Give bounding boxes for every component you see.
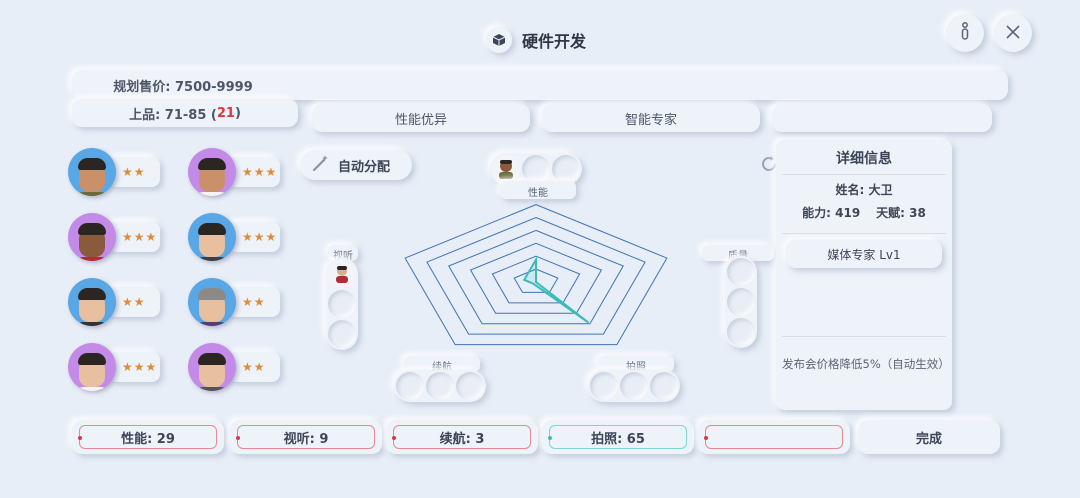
stat-dot — [704, 436, 708, 440]
stat-camera: 拍照: 65 — [542, 420, 694, 454]
info-button[interactable] — [946, 14, 984, 52]
staff-card[interactable]: ★★★ — [68, 343, 160, 391]
close-button[interactable] — [994, 14, 1032, 52]
staff-card[interactable]: ★★★ — [188, 213, 280, 261]
price-bar: 规划售价: 7500-9999 — [72, 70, 1008, 100]
avatar — [188, 213, 236, 261]
close-icon — [1006, 23, 1020, 44]
detail-ability: 能力: 419 — [802, 206, 861, 220]
detail-panel: 详细信息 姓名: 大卫 能力: 419 天赋: 38 媒体专家 Lv1 发布会价… — [776, 140, 952, 410]
empty-slot[interactable] — [396, 372, 424, 400]
empty-slot[interactable] — [522, 155, 550, 183]
empty-slot[interactable] — [650, 372, 678, 400]
tag-smart-expert[interactable]: 智能专家 — [542, 104, 760, 132]
title-bar: 硬件开发 — [486, 26, 586, 54]
slot-group-camera[interactable] — [588, 370, 680, 402]
avatar — [68, 343, 116, 391]
detail-name: 姓名: 大卫 — [835, 183, 893, 197]
quality-value: 21 — [216, 105, 235, 121]
avatar — [188, 148, 236, 196]
stat-label: 视听: 9 — [283, 431, 329, 447]
avatar — [68, 148, 116, 196]
done-label: 完成 — [915, 431, 942, 447]
assigned-staff-slot[interactable] — [492, 155, 520, 183]
stat-dot — [392, 436, 396, 440]
empty-slot[interactable] — [328, 290, 356, 318]
empty-slot[interactable] — [328, 320, 356, 348]
staff-card[interactable]: ★★★ — [188, 148, 280, 196]
auto-assign-button[interactable]: 自动分配 — [300, 150, 412, 180]
staff-card[interactable]: ★★★ — [68, 213, 160, 261]
skill-badge: 媒体专家 Lv1 — [786, 240, 942, 268]
empty-slot[interactable] — [620, 372, 648, 400]
empty-slot[interactable] — [456, 372, 484, 400]
detail-title: 详细信息 — [836, 151, 892, 167]
tag-empty[interactable] — [772, 104, 992, 132]
radar-chart — [404, 204, 668, 346]
quality-prefix: 上品: 71-85 ( — [129, 107, 217, 123]
skill-effect: 发布会价格降低5%（自动生效） — [782, 357, 950, 371]
magic-wand-icon — [312, 154, 330, 176]
detail-talent: 天赋: 38 — [876, 206, 926, 220]
empty-slot[interactable] — [590, 372, 618, 400]
done-button[interactable]: 完成 — [858, 420, 1000, 454]
stat-dot — [78, 436, 82, 440]
stat-quality — [698, 420, 850, 454]
avatar — [188, 343, 236, 391]
info-icon — [958, 21, 972, 46]
tag-label: 性能优异 — [394, 112, 447, 128]
quality-suffix: ) — [234, 105, 241, 121]
divider — [782, 233, 946, 234]
staff-card[interactable]: ★★ — [188, 343, 280, 391]
tag-label: 智能专家 — [624, 112, 677, 128]
divider — [782, 336, 946, 337]
divider — [782, 174, 946, 175]
slot-group-quality[interactable] — [725, 256, 757, 348]
avatar — [68, 278, 116, 326]
stat-performance: 性能: 29 — [72, 420, 224, 454]
box-icon — [486, 27, 512, 53]
stat-dot — [236, 436, 240, 440]
axis-label-performance: 性能 — [500, 181, 576, 199]
stat-label: 续航: 3 — [439, 431, 485, 447]
empty-slot[interactable] — [727, 318, 755, 346]
stat-battery: 续航: 3 — [386, 420, 538, 454]
avatar — [188, 278, 236, 326]
staff-card[interactable]: ★★ — [68, 278, 160, 326]
detail-stats: 能力: 419 天赋: 38 — [776, 204, 952, 221]
staff-card[interactable]: ★★ — [188, 278, 280, 326]
empty-slot[interactable] — [727, 288, 755, 316]
avatar — [68, 213, 116, 261]
stat-label: 拍照: 65 — [591, 431, 645, 447]
empty-slot[interactable] — [727, 258, 755, 286]
page-title: 硬件开发 — [522, 32, 587, 51]
empty-slot[interactable] — [426, 372, 454, 400]
stat-label: 性能: 29 — [121, 431, 175, 447]
stat-av: 视听: 9 — [230, 420, 382, 454]
slot-group-battery[interactable] — [394, 370, 486, 402]
assigned-staff-slot[interactable] — [328, 260, 356, 288]
staff-card[interactable]: ★★ — [68, 148, 160, 196]
stat-dot — [548, 436, 552, 440]
slot-group-av[interactable] — [326, 258, 358, 350]
auto-assign-label: 自动分配 — [338, 159, 391, 175]
quality-range: 上品: 71-85 (21) — [72, 99, 298, 127]
price-label: 规划售价: 7500-9999 — [113, 79, 253, 95]
tag-performance[interactable]: 性能优异 — [312, 104, 530, 132]
empty-slot[interactable] — [552, 155, 580, 183]
